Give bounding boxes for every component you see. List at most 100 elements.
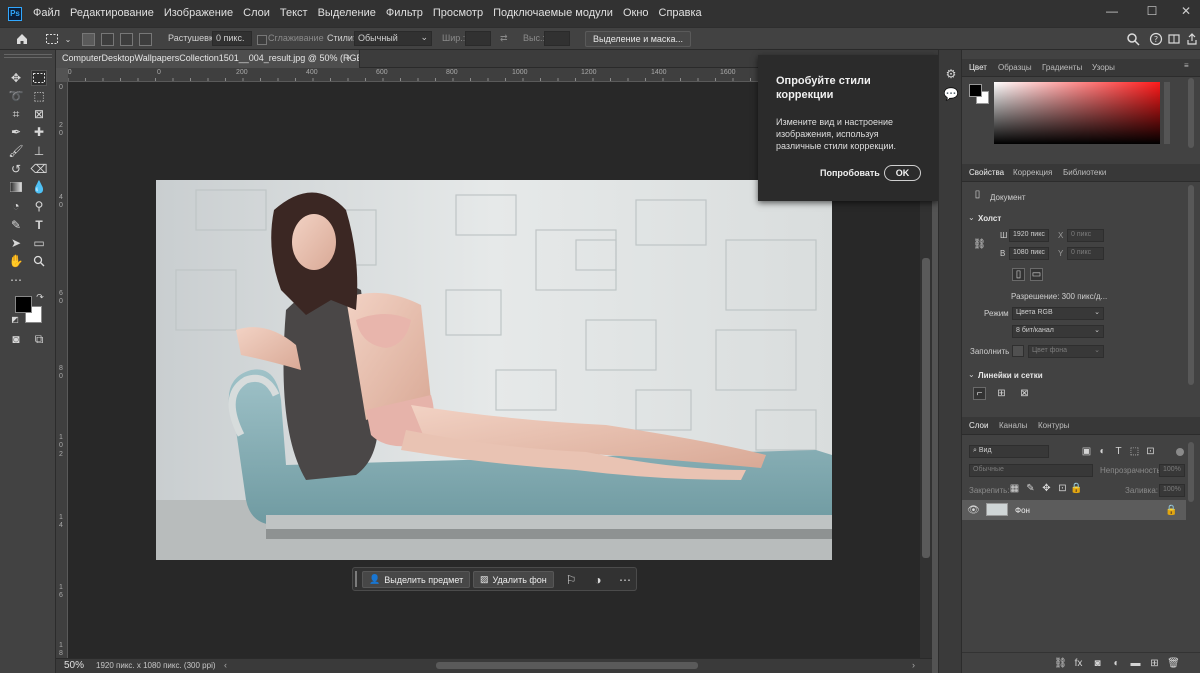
- ok-button[interactable]: OK: [884, 165, 921, 181]
- menu-file[interactable]: Файл: [28, 0, 65, 27]
- filter-toggle-icon[interactable]: [1176, 448, 1184, 456]
- menu-layers[interactable]: Слои: [238, 0, 275, 27]
- menu-type[interactable]: Текст: [275, 0, 313, 27]
- layers-panel-scrollbar[interactable]: [1188, 442, 1194, 502]
- layer-mask-icon[interactable]: ◙: [1091, 657, 1104, 670]
- chevron-down-icon[interactable]: ⌄: [60, 31, 76, 47]
- horizontal-scroll-thumb[interactable]: [436, 662, 698, 669]
- tab-libraries[interactable]: Библиотеки: [1063, 168, 1106, 177]
- properties-panel-scrollbar[interactable]: [1188, 185, 1194, 385]
- toolbar-grip[interactable]: [4, 54, 52, 58]
- menu-image[interactable]: Изображение: [159, 0, 238, 27]
- type-filter-icon[interactable]: T: [1112, 445, 1125, 458]
- blur-tool-icon[interactable]: 💧: [31, 179, 47, 195]
- document-info[interactable]: 1920 пикс. x 1080 пикс. (300 ppi): [96, 661, 216, 670]
- grid-icon[interactable]: ⊞: [995, 387, 1008, 400]
- hand-tool-icon[interactable]: ✋: [8, 253, 24, 269]
- marquee-preset-icon[interactable]: [44, 31, 60, 47]
- move-tool-icon[interactable]: ✥: [8, 70, 24, 86]
- drag-handle-icon[interactable]: [355, 571, 357, 587]
- color-picker-field[interactable]: [994, 82, 1160, 144]
- close-icon[interactable]: ✕: [1164, 0, 1200, 22]
- pixel-filter-icon[interactable]: ▣: [1080, 445, 1093, 458]
- chevron-right-icon[interactable]: ›: [912, 660, 915, 670]
- menu-select[interactable]: Выделение: [313, 0, 381, 27]
- gradient-tool-icon[interactable]: [8, 179, 24, 195]
- marquee-tool-icon[interactable]: [31, 70, 47, 86]
- document-image[interactable]: [156, 180, 832, 560]
- adjustment-filter-icon[interactable]: ◐: [1096, 445, 1109, 458]
- antialias-checkbox[interactable]: [257, 35, 267, 45]
- tab-adjustments[interactable]: Коррекция: [1013, 168, 1052, 177]
- panel-menu-icon[interactable]: ≡: [1184, 61, 1189, 70]
- vertical-scroll-thumb[interactable]: [922, 258, 930, 558]
- rectangle-tool-icon[interactable]: ▭: [31, 235, 47, 251]
- path-select-icon[interactable]: ➤: [8, 235, 24, 251]
- canvas-width-input[interactable]: 1920 пикс: [1009, 229, 1049, 242]
- swap-colors-icon[interactable]: ↷: [35, 292, 45, 302]
- layer-filter-select[interactable]: ⌕ Вид: [969, 445, 1049, 458]
- width-input[interactable]: [465, 31, 491, 46]
- opacity-input[interactable]: 100%: [1159, 464, 1185, 477]
- minimize-icon[interactable]: —: [1090, 0, 1134, 22]
- tab-swatches[interactable]: Образцы: [998, 63, 1032, 72]
- subtract-selection-icon[interactable]: [120, 33, 133, 46]
- lock-all-icon[interactable]: 🔒: [1070, 482, 1083, 495]
- layer-row[interactable]: 👁 Фон 🔒: [962, 500, 1186, 520]
- type-tool-icon[interactable]: T: [31, 217, 47, 233]
- new-selection-icon[interactable]: [82, 33, 95, 46]
- menu-help[interactable]: Справка: [654, 0, 707, 27]
- fill-opacity-input[interactable]: 100%: [1159, 484, 1185, 497]
- search-icon[interactable]: [1125, 31, 1141, 47]
- screen-mode-icon[interactable]: ⧉: [31, 331, 47, 347]
- menu-window[interactable]: Окно: [618, 0, 654, 27]
- frame-tool-icon[interactable]: ⊠: [31, 106, 47, 122]
- delete-layer-icon[interactable]: 🗑: [1167, 657, 1180, 670]
- quick-mask-icon[interactable]: ◙: [8, 331, 24, 347]
- tab-patterns[interactable]: Узоры: [1092, 63, 1115, 72]
- lasso-tool-icon[interactable]: ➰: [8, 88, 24, 104]
- tab-gradients[interactable]: Градиенты: [1042, 63, 1082, 72]
- zoom-level[interactable]: 50%: [64, 660, 84, 671]
- more-icon[interactable]: ⋯: [617, 572, 633, 588]
- remove-background-button[interactable]: ▨ Удалить фон: [473, 571, 554, 588]
- sponge-tool-icon[interactable]: ⚲: [31, 198, 47, 214]
- layer-thumbnail[interactable]: [986, 503, 1008, 516]
- smart-object-filter-icon[interactable]: ⊡: [1144, 445, 1157, 458]
- eye-icon[interactable]: 👁: [967, 504, 980, 517]
- crop-tool-icon[interactable]: ⌗: [8, 106, 24, 122]
- dodge-tool-icon[interactable]: ◔: [8, 198, 24, 214]
- chevron-left-icon[interactable]: ‹: [224, 660, 227, 670]
- color-foreground-swatch[interactable]: [969, 84, 982, 97]
- tab-paths[interactable]: Контуры: [1038, 421, 1069, 430]
- lock-transparent-icon[interactable]: ▦: [1008, 482, 1021, 495]
- workspace-icon[interactable]: [1166, 31, 1182, 47]
- height-input[interactable]: [544, 31, 570, 46]
- add-selection-icon[interactable]: [101, 33, 114, 46]
- chevron-down-icon[interactable]: ⌄: [968, 213, 975, 222]
- chevron-down-icon[interactable]: ⌄: [968, 370, 975, 379]
- history-brush-icon[interactable]: ↺: [8, 161, 24, 177]
- lock-position-icon[interactable]: ✥: [1040, 482, 1053, 495]
- foreground-color-swatch[interactable]: [15, 296, 32, 313]
- layer-style-icon[interactable]: fx: [1072, 657, 1085, 670]
- intersect-selection-icon[interactable]: [139, 33, 152, 46]
- fill-color-swatch[interactable]: [1012, 345, 1024, 357]
- link-layers-icon[interactable]: ⛓: [1054, 657, 1067, 670]
- menu-edit[interactable]: Редактирование: [65, 0, 159, 27]
- blend-mode-select[interactable]: Обычные: [969, 464, 1093, 477]
- new-layer-icon[interactable]: ⊞: [1148, 657, 1161, 670]
- select-subject-button[interactable]: 👤 Выделить предмет: [362, 571, 471, 588]
- document-tab[interactable]: ComputerDesktopWallpapersCollection1501_…: [56, 50, 360, 68]
- stamp-tool-icon[interactable]: ⊥: [31, 143, 47, 159]
- tab-layers[interactable]: Слои: [969, 421, 988, 430]
- home-icon[interactable]: [14, 31, 30, 47]
- new-adjustment-icon[interactable]: ◐: [1110, 657, 1123, 670]
- select-and-mask-button[interactable]: Выделение и маска...: [585, 31, 692, 47]
- object-select-icon[interactable]: ⬚: [31, 88, 47, 104]
- color-slider[interactable]: [1164, 82, 1170, 144]
- color-panel-scrollbar[interactable]: [1188, 78, 1194, 148]
- canvas-height-input[interactable]: 1080 пикс: [1009, 247, 1049, 260]
- tab-channels[interactable]: Каналы: [999, 421, 1027, 430]
- eyedropper-icon[interactable]: ✒: [8, 124, 24, 140]
